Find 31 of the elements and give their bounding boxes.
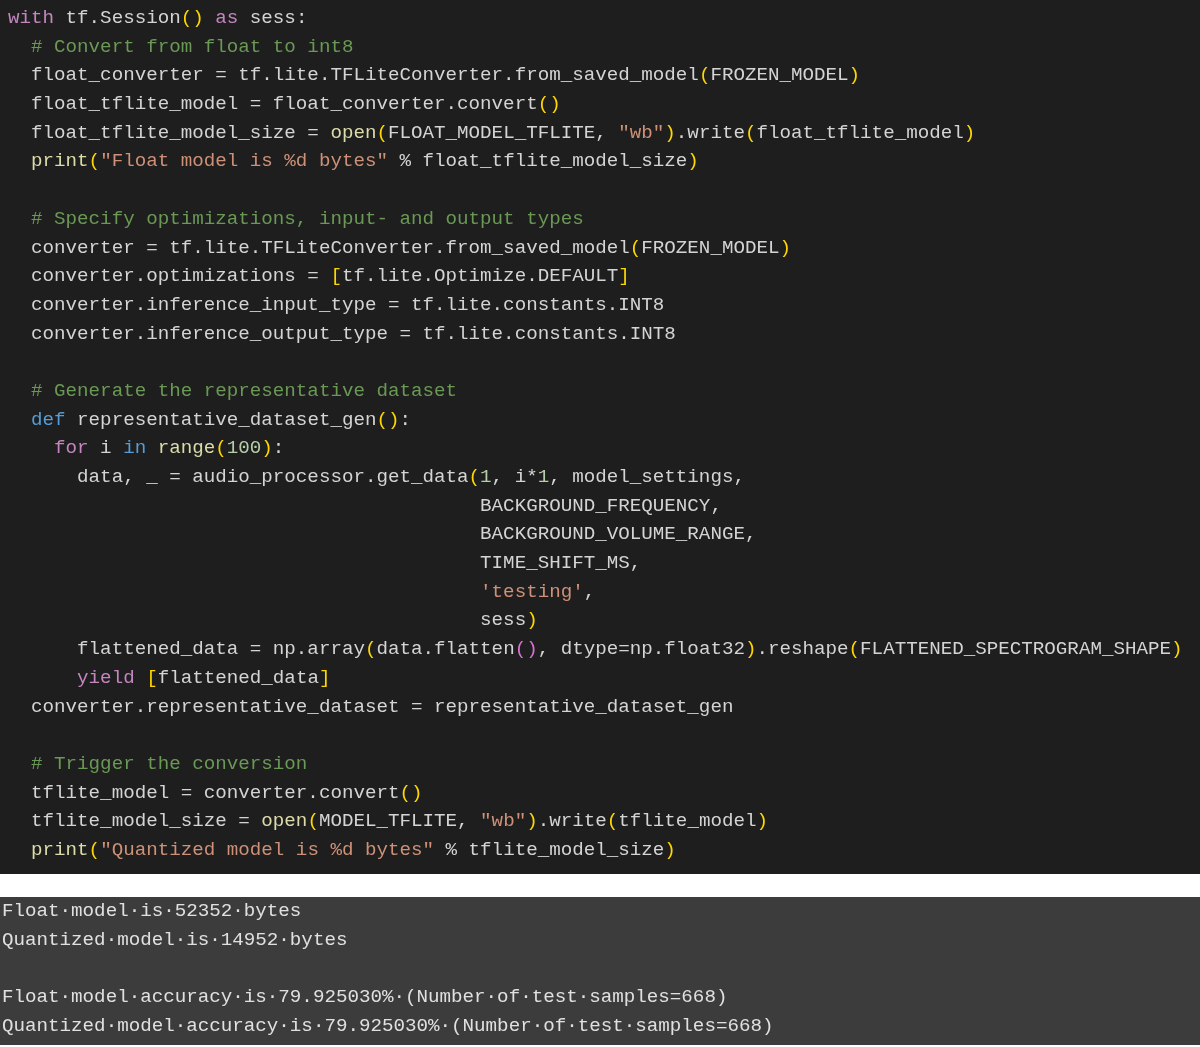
- code-line: converter.inference_output_type = tf.lite.constants.INT8: [30, 321, 676, 347]
- code-line: print("Float model is %d bytes" % float_tflite_model_size): [30, 149, 699, 175]
- output-line: Quantized·model·accuracy·is·79.925030%·(Number·of·test·samples=668): [2, 1013, 774, 1039]
- code-line: float_converter = tf.lite.TFLiteConverter.from_saved_model(FROZEN_MODEL): [30, 63, 861, 89]
- code-line: tflite_model_size = open(MODEL_TFLITE, "wb").write(tflite_model): [30, 809, 768, 835]
- code-line: tflite_model = converter.convert(): [30, 780, 423, 806]
- code-line: BACKGROUND_VOLUME_RANGE,: [479, 522, 757, 548]
- code-line: for i in range(100):: [53, 436, 285, 462]
- code-line: converter.inference_input_type = tf.lite.constants.INT8: [30, 292, 665, 318]
- output-line: Quantized·model·is·14952·bytes: [2, 927, 348, 953]
- code-line: TIME_SHIFT_MS,: [479, 551, 642, 577]
- code-line: BACKGROUND_FREQUENCY,: [479, 493, 722, 519]
- code-line: with tf.Session() as sess:: [8, 6, 308, 31]
- output-line: Float·model·accuracy·is·79.925030%·(Number·of·test·samples=668): [2, 985, 728, 1011]
- code-line: def representative_dataset_gen():: [30, 407, 411, 433]
- code-line: converter.optimizations = [tf.lite.Optimize.DEFAULT]: [30, 264, 630, 290]
- code-line: data, _ = audio_processor.get_data(1, i*1, model_settings,: [76, 465, 745, 490]
- output-line: Float·model·is·52352·bytes: [2, 899, 302, 924]
- code-line: converter.representative_dataset = representative_dataset_gen: [30, 694, 734, 720]
- code-line: float_tflite_model_size = open(FLOAT_MODEL_TFLITE, "wb").write(float_tflite_model): [30, 120, 976, 146]
- code-line: # Generate the representative dataset: [30, 378, 458, 404]
- code-line: sess): [479, 608, 538, 634]
- code-line: print("Quantized model is %d bytes" % tflite_model_size): [30, 837, 676, 863]
- code-line: converter = tf.lite.TFLiteConverter.from_saved_model(FROZEN_MODEL): [30, 235, 791, 261]
- code-line: # Trigger the conversion: [30, 751, 308, 777]
- code-line: # Convert from float to int8: [30, 34, 354, 60]
- code-line: flattened_data = np.array(data.flatten(), dtype=np.float32).reshape(FLATTENED_SPECTROGRAM_SHAPE): [76, 637, 1183, 663]
- code-line: float_tflite_model = float_converter.convert(): [30, 92, 561, 118]
- code-line: # Specify optimizations, input- and output types: [30, 206, 584, 232]
- code-line: yield [flattened_data]: [76, 665, 331, 691]
- code-line: 'testing',: [479, 579, 596, 605]
